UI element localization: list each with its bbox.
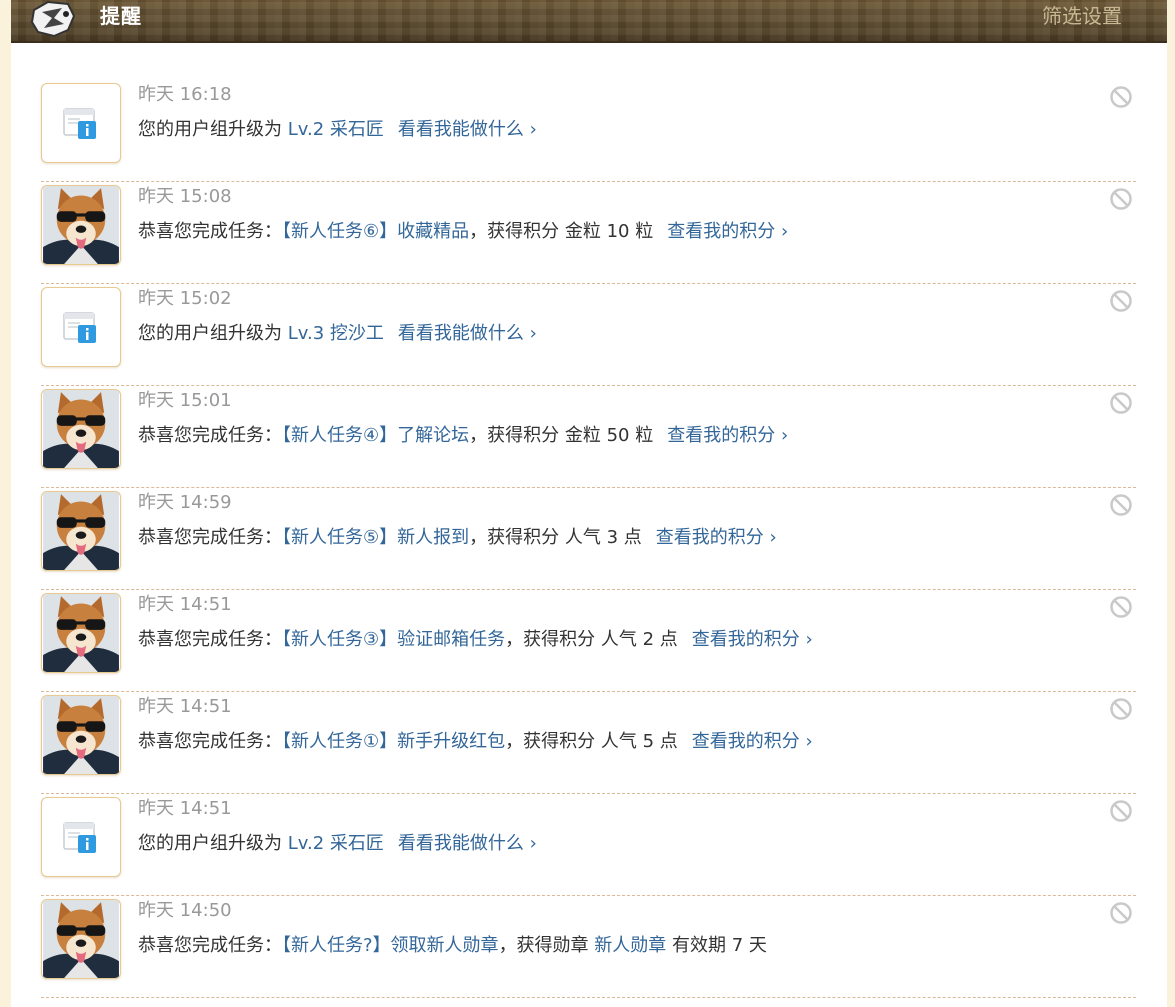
notification-item: 昨天 16:18 您的用户组升级为 Lv.2 采石匠 看看我能做什么 › <box>41 80 1136 182</box>
notification-message: 恭喜您完成任务：【新人任务④】了解论坛，获得积分 金粒 50 粒查看我的积分 › <box>138 424 788 448</box>
medal-link[interactable]: 新人勋章 <box>594 935 666 956</box>
app-window: 提醒 筛选设置 昨天 16:18 您的用户组升级为 Lv.2 采石匠 看看我能做什么… <box>11 0 1167 1007</box>
reward-text: ，获得积分 人气 5 点 <box>505 731 678 752</box>
notification-time: 昨天 15:01 <box>138 390 232 411</box>
block-icon[interactable] <box>1109 799 1133 823</box>
notification-list: 昨天 16:18 您的用户组升级为 Lv.2 采石匠 看看我能做什么 › 昨天 15:… <box>41 80 1136 998</box>
dog-avatar-image <box>42 900 120 978</box>
system-notice-avatar[interactable] <box>41 83 121 163</box>
block-icon[interactable] <box>1109 187 1133 211</box>
reward-text: ，获得积分 金粒 10 粒 <box>469 221 654 242</box>
dog-avatar-image <box>42 186 120 264</box>
notification-item: 昨天 14:51 恭喜您完成任务：【新人任务①】新手升级红包，获得积分 人气 5 … <box>41 692 1136 794</box>
block-icon[interactable] <box>1109 697 1133 721</box>
user-avatar[interactable] <box>41 695 121 775</box>
notification-time: 昨天 15:08 <box>138 186 232 207</box>
view-points-link[interactable]: 查看我的积分 › <box>667 425 788 446</box>
message-prefix: 恭喜您完成任务： <box>138 935 282 956</box>
user-avatar[interactable] <box>41 593 121 673</box>
user-avatar[interactable] <box>41 899 121 979</box>
message-prefix: 恭喜您完成任务： <box>138 425 282 446</box>
task-link[interactable]: 【新人任务③】验证邮箱任务 <box>282 629 505 650</box>
task-link[interactable]: 【新人任务⑥】收藏精品 <box>282 221 469 242</box>
view-points-link[interactable]: 查看我的积分 › <box>692 629 813 650</box>
view-points-link[interactable]: 查看我的积分 › <box>656 527 777 548</box>
task-link[interactable]: 【新人任务⑤】新人报到 <box>282 527 469 548</box>
notification-message: 恭喜您完成任务：【新人任务①】新手升级红包，获得积分 人气 5 点查看我的积分 … <box>138 730 813 754</box>
reward-text: ，获得勋章 <box>498 935 589 956</box>
message-text: 您的用户组升级为 <box>138 833 282 854</box>
dog-avatar-image <box>42 492 120 570</box>
message-text: 您的用户组升级为 <box>138 119 282 140</box>
notification-message: 恭喜您完成任务：【新人任务⑤】新人报到，获得积分 人气 3 点查看我的积分 › <box>138 526 777 550</box>
notification-item: 昨天 15:01 恭喜您完成任务：【新人任务④】了解论坛，获得积分 金粒 50 粒… <box>41 386 1136 488</box>
reward-text: ，获得积分 人气 2 点 <box>505 629 678 650</box>
page-title: 提醒 <box>100 4 142 28</box>
notification-item: 昨天 15:08 恭喜您完成任务：【新人任务⑥】收藏精品，获得积分 金粒 10 粒… <box>41 182 1136 284</box>
user-avatar[interactable] <box>41 185 121 265</box>
message-prefix: 恭喜您完成任务： <box>138 527 282 548</box>
system-info-icon <box>62 819 98 855</box>
notification-message: 您的用户组升级为 Lv.2 采石匠 看看我能做什么 › <box>138 118 537 142</box>
user-avatar[interactable] <box>41 491 121 571</box>
block-icon[interactable] <box>1109 595 1133 619</box>
header-bar: 提醒 筛选设置 <box>11 0 1167 43</box>
notification-message: 恭喜您完成任务：【新人任务③】验证邮箱任务，获得积分 人气 2 点查看我的积分 … <box>138 628 813 652</box>
usergroup-link[interactable]: Lv.2 采石匠 <box>288 119 384 140</box>
reward-text: ，获得积分 人气 3 点 <box>469 527 642 548</box>
what-can-i-do-link[interactable]: 看看我能做什么 › <box>398 323 537 344</box>
view-points-link[interactable]: 查看我的积分 › <box>667 221 788 242</box>
notification-message: 恭喜您完成任务：【新人任务⑥】收藏精品，获得积分 金粒 10 粒查看我的积分 › <box>138 220 788 244</box>
dog-avatar-image <box>42 696 120 774</box>
notification-time: 昨天 16:18 <box>138 84 232 105</box>
message-text: 您的用户组升级为 <box>138 323 282 344</box>
system-info-icon <box>62 309 98 345</box>
block-icon[interactable] <box>1109 289 1133 313</box>
system-notice-avatar[interactable] <box>41 287 121 367</box>
task-link[interactable]: 【新人任务?】领取新人勋章 <box>282 935 499 956</box>
notification-item: 昨天 15:02 您的用户组升级为 Lv.3 挖沙工 看看我能做什么 › <box>41 284 1136 386</box>
notification-time: 昨天 14:59 <box>138 492 232 513</box>
notification-time: 昨天 14:50 <box>138 900 232 921</box>
system-info-icon <box>62 105 98 141</box>
notification-item: 昨天 14:51 您的用户组升级为 Lv.2 采石匠 看看我能做什么 › <box>41 794 1136 896</box>
notification-time: 昨天 14:51 <box>138 594 232 615</box>
block-icon[interactable] <box>1109 901 1133 925</box>
message-prefix: 恭喜您完成任务： <box>138 221 282 242</box>
view-points-link[interactable]: 查看我的积分 › <box>692 731 813 752</box>
usergroup-link[interactable]: Lv.3 挖沙工 <box>288 323 384 344</box>
notification-item: 昨天 14:51 恭喜您完成任务：【新人任务③】验证邮箱任务，获得积分 人气 2 … <box>41 590 1136 692</box>
notification-item: 昨天 14:59 恭喜您完成任务：【新人任务⑤】新人报到，获得积分 人气 3 点查… <box>41 488 1136 590</box>
notification-message: 您的用户组升级为 Lv.2 采石匠 看看我能做什么 › <box>138 832 537 856</box>
filter-settings-link[interactable]: 筛选设置 <box>1042 4 1122 28</box>
notification-message: 恭喜您完成任务：【新人任务?】领取新人勋章，获得勋章 新人勋章 有效期 7 天 <box>138 934 767 958</box>
usergroup-link[interactable]: Lv.2 采石匠 <box>288 833 384 854</box>
notification-item: 昨天 14:50 恭喜您完成任务：【新人任务?】领取新人勋章，获得勋章 新人勋章 … <box>41 896 1136 998</box>
block-icon[interactable] <box>1109 391 1133 415</box>
dog-avatar-image <box>42 390 120 468</box>
notification-time: 昨天 14:51 <box>138 696 232 717</box>
notification-message: 您的用户组升级为 Lv.3 挖沙工 看看我能做什么 › <box>138 322 537 346</box>
task-link[interactable]: 【新人任务①】新手升级红包 <box>282 731 505 752</box>
notification-time: 昨天 15:02 <box>138 288 232 309</box>
notification-time: 昨天 14:51 <box>138 798 232 819</box>
what-can-i-do-link[interactable]: 看看我能做什么 › <box>398 833 537 854</box>
user-avatar[interactable] <box>41 389 121 469</box>
site-logo-icon[interactable] <box>28 0 78 40</box>
dog-avatar-image <box>42 594 120 672</box>
reward-text: ，获得积分 金粒 50 粒 <box>469 425 654 446</box>
block-icon[interactable] <box>1109 85 1133 109</box>
block-icon[interactable] <box>1109 493 1133 517</box>
message-prefix: 恭喜您完成任务： <box>138 629 282 650</box>
system-notice-avatar[interactable] <box>41 797 121 877</box>
message-prefix: 恭喜您完成任务： <box>138 731 282 752</box>
what-can-i-do-link[interactable]: 看看我能做什么 › <box>398 119 537 140</box>
validity-text: 有效期 7 天 <box>672 935 767 956</box>
task-link[interactable]: 【新人任务④】了解论坛 <box>282 425 469 446</box>
